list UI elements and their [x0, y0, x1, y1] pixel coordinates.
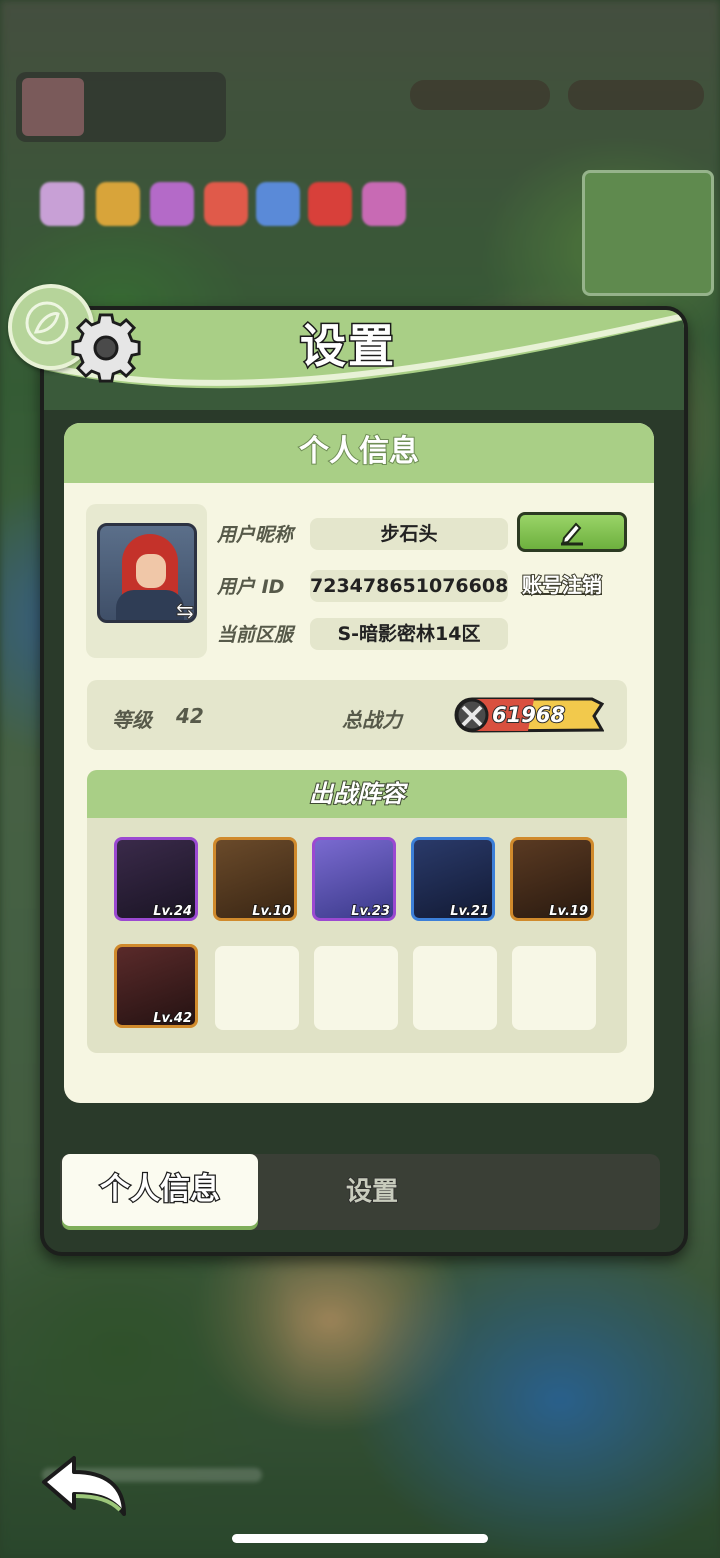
power-label: 总战力 — [342, 708, 402, 732]
hero-slot[interactable]: Lv.24 — [114, 837, 198, 921]
hero-slot[interactable]: Lv.10 — [213, 837, 297, 921]
hero-level: Lv.42 — [153, 1010, 193, 1027]
hud-event-icon — [40, 182, 84, 226]
profile-section-title: 个人信息 — [298, 433, 420, 470]
nickname-field: 步石头 — [310, 518, 508, 550]
hero-level: Lv.10 — [252, 903, 292, 920]
hud-event-icon — [362, 182, 406, 226]
hud-event-icon — [308, 182, 352, 226]
user-id-field: 72347865107660802 — [310, 570, 508, 602]
hero-level: Lv.19 — [549, 903, 589, 920]
hud-event-icon — [204, 182, 248, 226]
gem-resource — [410, 80, 550, 110]
panel-title: 设置 — [299, 318, 396, 375]
hero-slot[interactable]: Lv.21 — [411, 837, 495, 921]
hero-level: Lv.23 — [351, 903, 391, 920]
swap-arrows-icon[interactable]: ⇆ — [170, 598, 200, 626]
pencil-icon — [561, 522, 583, 546]
nickname-label: 用户昵称 — [217, 524, 294, 546]
server-label: 当前区服 — [217, 624, 294, 646]
level-value: 42 — [176, 704, 204, 728]
server-field: S-暗影密林14区 — [310, 618, 508, 650]
empty-hero-slot[interactable] — [512, 946, 596, 1030]
crossed-swords-icon — [461, 705, 483, 727]
hero-level: Lv.24 — [153, 903, 193, 920]
back-arrow-icon[interactable] — [36, 1452, 132, 1524]
hud-event-icon — [256, 182, 300, 226]
lineup-title: 出战阵容 — [308, 779, 406, 809]
tab-profile-label: 个人信息 — [99, 1171, 222, 1209]
hud-event-icon — [150, 182, 194, 226]
hud-avatar — [22, 78, 84, 136]
hero-slot[interactable]: Lv.42 — [114, 944, 198, 1028]
deactivate-account-link[interactable]: 账号注销 — [521, 570, 622, 600]
gear-icon — [71, 313, 141, 383]
hero-slot[interactable]: Lv.19 — [510, 837, 594, 921]
empty-hero-slot[interactable] — [215, 946, 299, 1030]
empty-hero-slot[interactable] — [314, 946, 398, 1030]
level-label: 等级 — [112, 708, 152, 732]
power-value: 61968 — [491, 702, 566, 728]
home-indicator — [232, 1534, 488, 1543]
hero-slot[interactable]: Lv.23 — [312, 837, 396, 921]
minimap — [582, 170, 714, 296]
gold-resource — [568, 80, 704, 110]
empty-hero-slot[interactable] — [413, 946, 497, 1030]
hero-level: Lv.21 — [450, 903, 490, 920]
tab-settings[interactable]: 设置 — [262, 1158, 482, 1226]
user-id-label: 用户 ID — [217, 576, 285, 598]
hud-event-icon — [96, 182, 140, 226]
